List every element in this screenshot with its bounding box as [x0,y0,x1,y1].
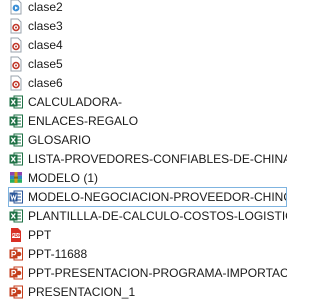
audio-file-icon [9,56,23,72]
excel-file-icon [9,132,23,148]
file-name: PPT-PRESENTACION-PROGRAMA-IMPORTACION [28,266,287,280]
file-item[interactable]: clase3 [9,16,287,36]
file-item[interactable]: MODELO-NEGOCIACION-PROVEEDOR-CHINO [8,187,287,207]
audio-file-icon [9,18,23,34]
file-name: clase3 [28,19,63,33]
file-name: MODELO-NEGOCIACION-PROVEEDOR-CHINO [28,190,286,204]
file-name: PPT [28,228,52,242]
excel-file-icon [9,151,23,167]
file-name: PPT-11688 [28,247,88,261]
powerpoint-file-icon [9,284,23,300]
archive-file-icon [9,170,23,186]
file-name: clase4 [28,38,63,52]
file-item[interactable]: MODELO (1) [9,168,287,188]
file-name: GLOSARIO [28,133,91,147]
excel-file-icon [9,94,23,110]
file-name: PLANTILLLA-DE-CALCULO-COSTOS-LOGISTICOS … [28,209,287,223]
file-item[interactable]: LISTA-PROVEDORES-CONFIABLES-DE-CHINA [9,149,287,169]
audio-file-icon [9,37,23,53]
file-list: clase2 clase3 clase4 clase5 clase6 CALCULADOR… [0,0,300,300]
file-item[interactable]: clase5 [9,54,287,74]
powerpoint-file-icon [9,265,23,281]
file-name: CALCULADORA- [28,95,123,109]
file-name: PRESENTACION_1 [28,285,136,299]
pdf-file-icon: PDF [9,227,23,243]
file-item[interactable]: PPT-PRESENTACION-PROGRAMA-IMPORTACION [9,263,287,283]
audio-file-icon [9,75,23,91]
file-item[interactable]: PRESENTACION_1 [9,282,287,300]
file-name: clase2 [28,0,63,14]
file-name: MODELO (1) [28,171,99,185]
file-item[interactable]: clase2 [9,0,287,17]
file-item[interactable]: PLANTILLLA-DE-CALCULO-COSTOS-LOGISTICOS … [9,206,287,226]
file-name: ENLACES-REGALO [28,114,139,128]
file-item[interactable]: ENLACES-REGALO [9,111,287,131]
svg-text:PDF: PDF [11,233,21,239]
word-file-icon [9,189,23,205]
excel-file-icon [9,208,23,224]
file-name: clase6 [28,76,63,90]
file-item[interactable]: PDF PPT [9,225,287,245]
file-name: LISTA-PROVEDORES-CONFIABLES-DE-CHINA [28,152,287,166]
file-item[interactable]: clase4 [9,35,287,55]
file-name: clase5 [28,57,63,71]
file-item[interactable]: PPT-11688 [9,244,287,264]
powerpoint-file-icon [9,246,23,262]
file-item[interactable]: clase6 [9,73,287,93]
video-file-icon [9,0,23,15]
file-item[interactable]: CALCULADORA- [9,92,287,112]
file-item[interactable]: GLOSARIO [9,130,287,150]
excel-file-icon [9,113,23,129]
